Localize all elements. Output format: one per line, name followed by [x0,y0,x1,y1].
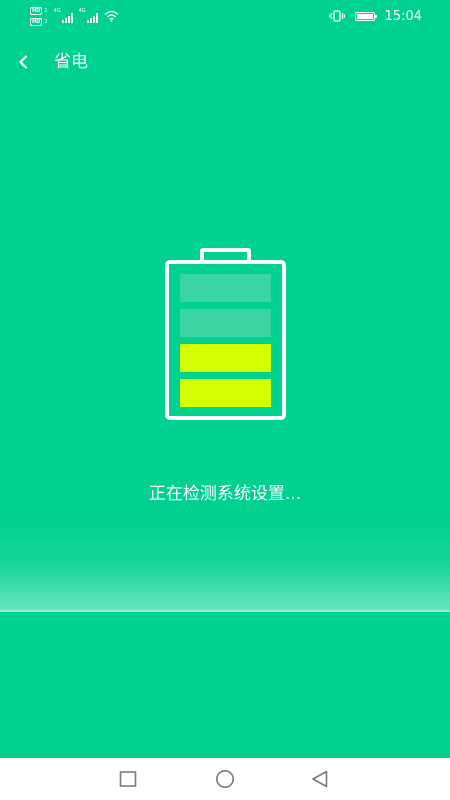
battery-level-indicator [180,274,271,408]
status-time: 15:04 [384,8,422,24]
recent-apps-icon [119,771,137,787]
home-button[interactable] [214,768,236,790]
sim-1: HD 1 [30,6,48,15]
battery-illustration [165,248,286,420]
vibrate-icon [328,10,345,22]
battery-level-bar-1-empty [180,274,271,302]
sim-2: HD 2 [30,17,48,26]
hd-badge-2: HD [30,17,43,26]
app-header: 省电 [0,40,450,84]
status-message: 正在检测系统设置... [148,484,302,504]
signal-group-1: 4G [54,9,73,23]
back-button[interactable] [12,50,36,74]
sim-number-1: 1 [44,7,48,14]
nav-back-button[interactable] [309,768,331,790]
sim-number-2: 2 [44,18,48,25]
light-gradient-band [0,520,450,612]
navigation-bar [0,758,450,800]
signal-icon [61,13,73,23]
status-bar-right: 15:04 [328,6,422,26]
signal-group-2: 4G [79,9,98,23]
network-type-1: 4G [53,8,61,14]
signal-icon [86,13,98,23]
page-title: 省电 [54,52,88,72]
battery-icon [354,11,377,21]
battery-body [165,260,286,420]
recent-apps-button[interactable] [117,768,139,790]
hd-badge-1: HD [30,6,43,15]
sim-indicators: HD 1 HD 2 [30,6,48,26]
status-bar: HD 1 HD 2 4G 4G 15:04 [0,0,450,32]
network-type-2: 4G [78,8,86,14]
battery-level-bar-3-filled [180,344,271,372]
battery-level-bar-4-filled [180,379,271,407]
chevron-left-icon [19,55,28,69]
wifi-icon [104,10,119,22]
battery-level-bar-2-empty [180,309,271,337]
back-icon [312,770,328,788]
home-icon [216,770,234,788]
band-edge-divider [0,610,450,612]
status-bar-left: HD 1 HD 2 4G 4G [30,5,119,27]
